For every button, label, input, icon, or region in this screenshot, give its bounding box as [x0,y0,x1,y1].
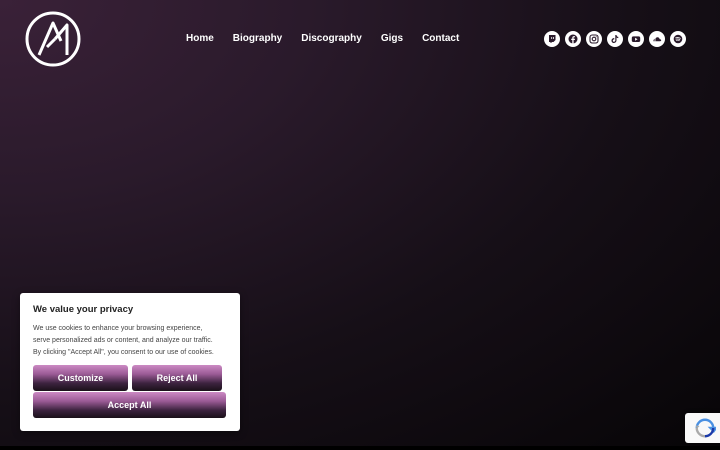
social-links [544,31,686,47]
page-bottom-strip [0,446,720,450]
cookie-body-line-2: serve personalized ads or content, and a… [33,337,213,344]
brand-logo[interactable] [25,11,81,67]
cookie-body-line-1: We use cookies to enhance your browsing … [33,325,203,332]
logo-icon [25,11,81,67]
reject-all-button[interactable]: Reject All [132,365,222,391]
facebook-icon[interactable] [565,31,581,47]
tiktok-icon[interactable] [607,31,623,47]
nav-discography[interactable]: Discography [301,33,362,44]
cookie-title: We value your privacy [33,304,134,315]
cookie-body: We use cookies to enhance your browsing … [33,323,227,359]
recaptcha-icon [695,418,716,438]
nav-biography[interactable]: Biography [233,33,282,44]
main-nav: Home Biography Discography Gigs Contact [186,33,478,44]
customize-button[interactable]: Customize [33,365,128,391]
nav-home[interactable]: Home [186,33,214,44]
spotify-icon[interactable] [670,31,686,47]
nav-gigs[interactable]: Gigs [381,33,403,44]
instagram-icon[interactable] [586,31,602,47]
cookie-body-line-3: By clicking "Accept All", you consent to… [33,349,214,356]
nav-contact[interactable]: Contact [422,33,459,44]
youtube-icon[interactable] [628,31,644,47]
accept-all-button[interactable]: Accept All [33,392,226,418]
twitch-icon[interactable] [544,31,560,47]
soundcloud-icon[interactable] [649,31,665,47]
recaptcha-badge[interactable] [685,413,720,443]
cookie-consent-dialog: We value your privacy We use cookies to … [20,293,240,431]
